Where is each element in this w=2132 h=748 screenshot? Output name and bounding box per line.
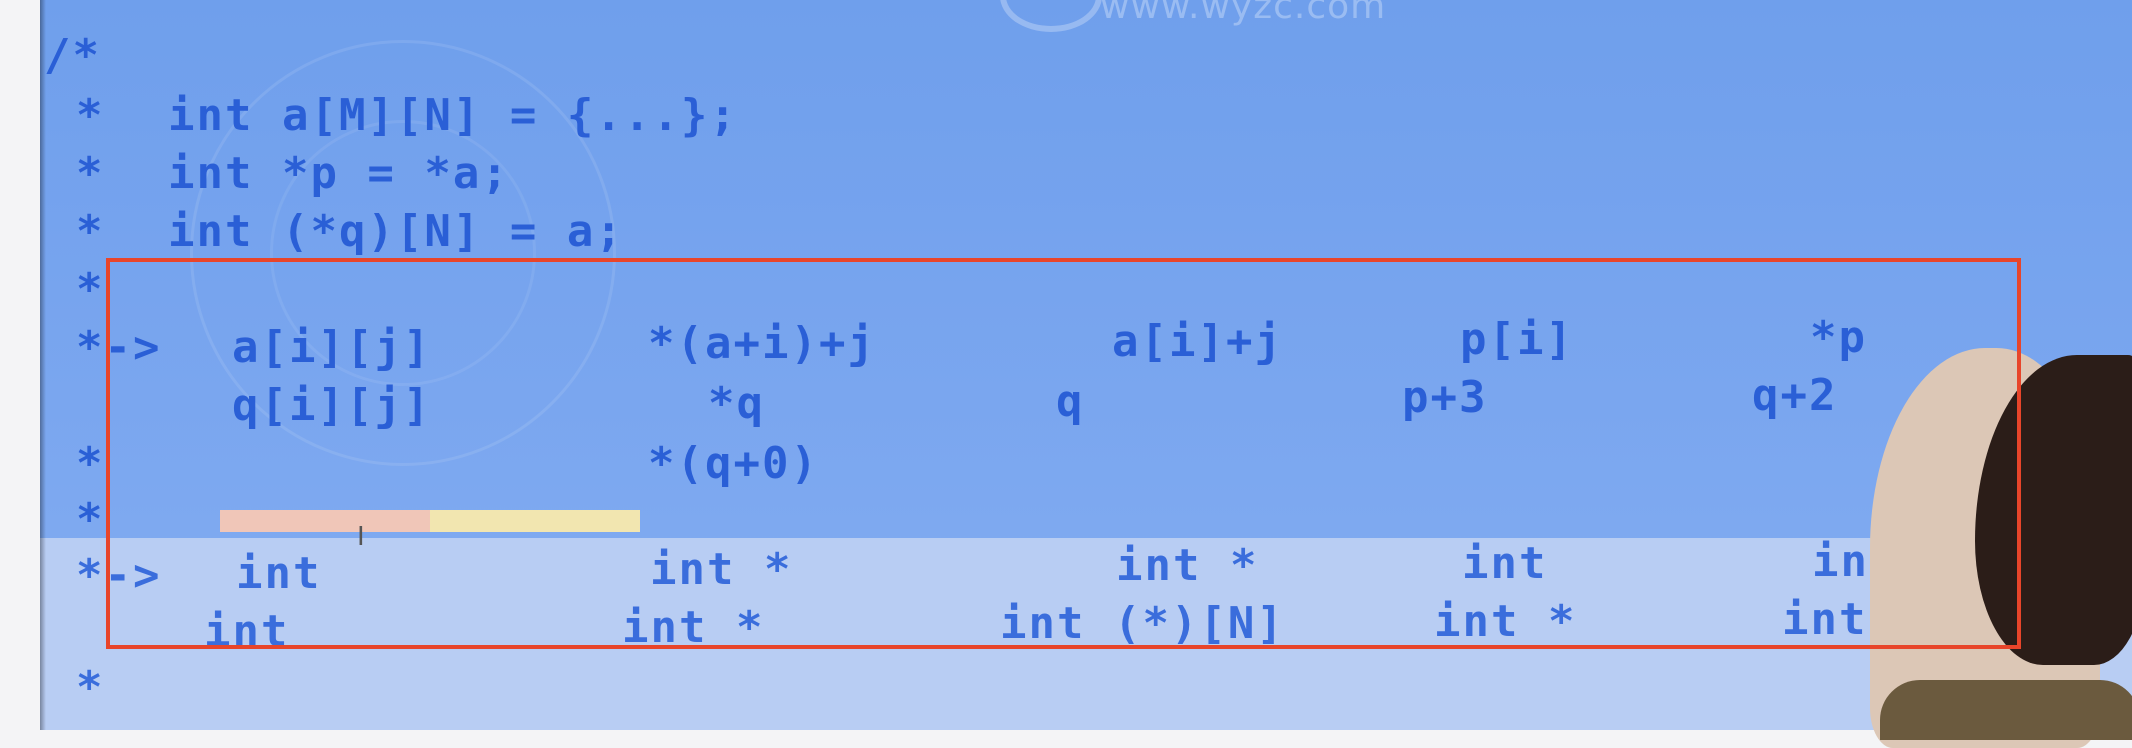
comment-star: *: [76, 264, 105, 315]
comment-star: *: [76, 494, 105, 545]
comment-star: *: [76, 206, 105, 257]
presenter-shirt: [1880, 680, 2132, 740]
watermark-text: www.wyzc.com: [1100, 0, 1387, 27]
comment-open: /*: [44, 30, 101, 81]
declaration-line: int (*q)[N] = a;: [168, 206, 624, 257]
comment-star: *: [76, 438, 105, 489]
annotation-highlight-box: [106, 258, 2021, 649]
watermark-logo: [1000, 0, 1102, 32]
comment-star: *: [76, 662, 105, 713]
declaration-line: int *p = *a;: [168, 148, 510, 199]
comment-star: *: [76, 148, 105, 199]
declaration-line: int a[M][N] = {...};: [168, 90, 738, 141]
screen-edge: [40, 0, 46, 730]
comment-star: *: [76, 90, 105, 141]
